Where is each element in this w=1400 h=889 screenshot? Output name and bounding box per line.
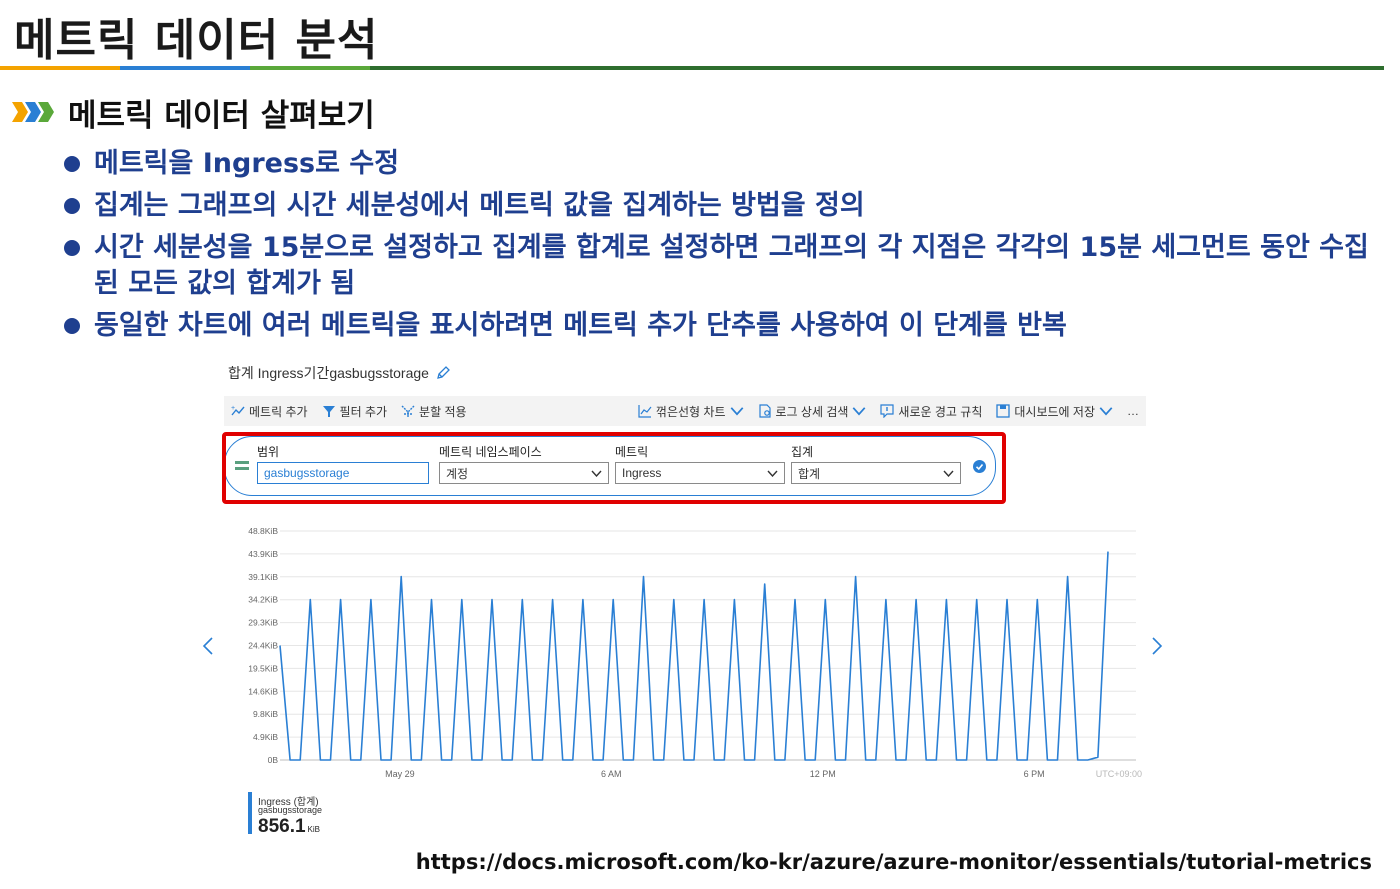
section-title: 메트릭 데이터 살펴보기 xyxy=(68,97,375,134)
y-tick-label: 0B xyxy=(268,755,279,765)
legend-value-number: 856.1 xyxy=(258,816,306,837)
aggregation-label: 집계 xyxy=(791,445,814,459)
y-tick-label: 48.8KiB xyxy=(248,526,278,536)
save-dashboard-label: 대시보드에 저장 xyxy=(1014,404,1095,419)
legend-value-unit: KiB xyxy=(307,825,320,834)
title-underline xyxy=(0,66,1384,70)
legend-total-value: 856.1 KiB xyxy=(258,816,320,838)
ingress-line-chart: 0B 4.9KiB 9.8KiB 14.6KiB 19.5KiB 24.4KiB 29.3K… xyxy=(248,526,1142,779)
metric-select[interactable]: Ingress xyxy=(615,462,785,484)
namespace-select[interactable]: 계정 xyxy=(439,462,609,484)
save-to-dashboard-dropdown[interactable]: 대시보드에 저장 xyxy=(989,403,1120,420)
bullet-dot xyxy=(64,198,80,214)
metric-filter-bar: 범위 gasbugsstorage 메트릭 네임스페이스 계정 메트릭 Ingr… xyxy=(224,436,996,496)
chevron-left-icon[interactable] xyxy=(202,636,214,656)
bullet-list: 메트릭을 Ingress로 수정 집계는 그래프의 시간 세분성에서 메트릭 값… xyxy=(62,146,1382,350)
filter-icon xyxy=(322,406,335,417)
save-icon xyxy=(996,404,1011,418)
series-line-ingress xyxy=(279,551,1109,761)
bullet-text: 메트릭을 Ingress로 수정 xyxy=(94,148,400,179)
bullet-item: 메트릭을 Ingress로 수정 xyxy=(62,146,1382,182)
chevron-down-icon xyxy=(943,470,954,477)
bullet-text: 시간 세분성을 15분으로 설정하고 집계를 합계로 설정하면 그래프의 각 지… xyxy=(94,232,1369,299)
y-tick-label: 34.2KiB xyxy=(248,595,278,605)
legend-color-bar xyxy=(248,792,252,834)
chevron-down-icon xyxy=(730,407,743,416)
split-icon xyxy=(401,405,415,417)
chevron-down-icon xyxy=(1099,407,1113,416)
pencil-edit-icon[interactable] xyxy=(435,365,451,381)
source-url: https://docs.microsoft.com/ko-kr/azure/a… xyxy=(415,850,1372,874)
namespace-label: 메트릭 네임스페이스 xyxy=(439,445,542,459)
y-tick-label: 9.8KiB xyxy=(253,709,278,719)
bullet-item: 집계는 그래프의 시간 세분성에서 메트릭 값을 집계하는 방법을 정의 xyxy=(62,188,1382,224)
x-tick-label: 6 PM xyxy=(1024,769,1045,779)
scope-input[interactable]: gasbugsstorage xyxy=(257,462,429,484)
y-tick-label: 39.1KiB xyxy=(248,572,278,582)
more-options-button[interactable]: … xyxy=(1120,404,1146,418)
alert-icon xyxy=(880,404,895,418)
namespace-value: 계정 xyxy=(446,466,469,481)
bullet-item: 시간 세분성을 15분으로 설정하고 집계를 합계로 설정하면 그래프의 각 지… xyxy=(62,230,1382,302)
bullet-text: 집계는 그래프의 시간 세분성에서 메트릭 값을 집계하는 방법을 정의 xyxy=(94,190,865,221)
chevron-down-icon xyxy=(767,470,778,477)
log-search-label: 로그 상세 검색 xyxy=(775,404,849,419)
log-search-dropdown[interactable]: 로그 상세 검색 xyxy=(751,403,874,420)
add-metric-icon: + xyxy=(231,405,245,416)
scope-label: 범위 xyxy=(257,445,280,459)
bullet-text: 동일한 차트에 여러 메트릭을 표시하려면 메트릭 추가 단추를 사용하여 이 … xyxy=(94,310,1067,341)
confirm-check-icon[interactable] xyxy=(973,460,986,473)
chevron-arrows-icon xyxy=(12,102,54,122)
y-tick-label: 14.6KiB xyxy=(248,686,278,696)
drag-handle-icon[interactable] xyxy=(235,461,249,471)
aggregation-select[interactable]: 합계 xyxy=(791,462,961,484)
chevron-down-icon xyxy=(591,470,602,477)
aggregation-field: 집계 합계 xyxy=(791,443,961,484)
new-alert-rule-button[interactable]: 새로운 경고 규칙 xyxy=(873,403,989,420)
y-tick-label: 29.3KiB xyxy=(248,618,278,628)
add-metric-button[interactable]: + 메트릭 추가 xyxy=(224,403,315,420)
bullet-dot xyxy=(64,318,80,334)
add-metric-label: 메트릭 추가 xyxy=(249,404,308,419)
line-chart-dropdown[interactable]: 꺾은선형 차트 xyxy=(631,403,751,420)
namespace-field: 메트릭 네임스페이스 계정 xyxy=(439,443,609,484)
log-document-icon xyxy=(758,404,771,418)
chevron-right-icon[interactable] xyxy=(1151,636,1163,656)
x-tick-label: UTC+09:00 xyxy=(1096,769,1142,779)
y-tick-label: 24.4KiB xyxy=(248,641,278,651)
chart-title-text: 합계 Ingress기간gasbugsstorage xyxy=(228,365,429,381)
metric-field: 메트릭 Ingress xyxy=(615,443,785,484)
slide-title: 메트릭 데이터 분석 xyxy=(14,15,379,66)
x-tick-label: 12 PM xyxy=(810,769,836,779)
bullet-item: 동일한 차트에 여러 메트릭을 표시하려면 메트릭 추가 단추를 사용하여 이 … xyxy=(62,308,1382,344)
add-filter-label: 필터 추가 xyxy=(339,404,388,419)
x-tick-label: May 29 xyxy=(385,769,415,779)
scope-value: gasbugsstorage xyxy=(264,466,350,480)
bullet-dot xyxy=(64,156,80,172)
scope-field: 범위 gasbugsstorage xyxy=(257,443,429,484)
legend-resource-name: gasbugsstorage xyxy=(258,805,323,815)
line-chart-icon xyxy=(638,405,652,418)
svg-text:+: + xyxy=(231,405,235,412)
chevron-down-icon xyxy=(853,407,866,416)
add-filter-button[interactable]: 필터 추가 xyxy=(315,403,395,420)
metric-label: 메트릭 xyxy=(615,445,649,459)
y-tick-label: 19.5KiB xyxy=(248,663,278,673)
apply-split-label: 분할 적용 xyxy=(419,404,467,419)
new-alert-label: 새로운 경고 규칙 xyxy=(898,404,983,419)
metrics-toolbar: + 메트릭 추가 필터 추가 분할 적용 꺾은선형 차트 로그 상세 검색 새로… xyxy=(224,396,1146,426)
x-tick-label: 6 AM xyxy=(601,769,622,779)
line-chart-label: 꺾은선형 차트 xyxy=(655,404,726,419)
metric-value: Ingress xyxy=(622,466,662,480)
aggregation-value: 합계 xyxy=(798,466,821,481)
y-tick-label: 4.9KiB xyxy=(253,732,278,742)
metrics-explorer-screenshot: 합계 Ingress기간gasbugsstorage + 메트릭 추가 필터 추… xyxy=(202,356,1184,837)
chart-title: 합계 Ingress기간gasbugsstorage xyxy=(228,363,451,383)
section-heading: 메트릭 데이터 살펴보기 xyxy=(12,92,375,134)
apply-split-button[interactable]: 분할 적용 xyxy=(394,403,474,420)
more-label: … xyxy=(1127,404,1139,418)
y-tick-label: 43.9KiB xyxy=(248,549,278,559)
bullet-dot xyxy=(64,240,80,256)
